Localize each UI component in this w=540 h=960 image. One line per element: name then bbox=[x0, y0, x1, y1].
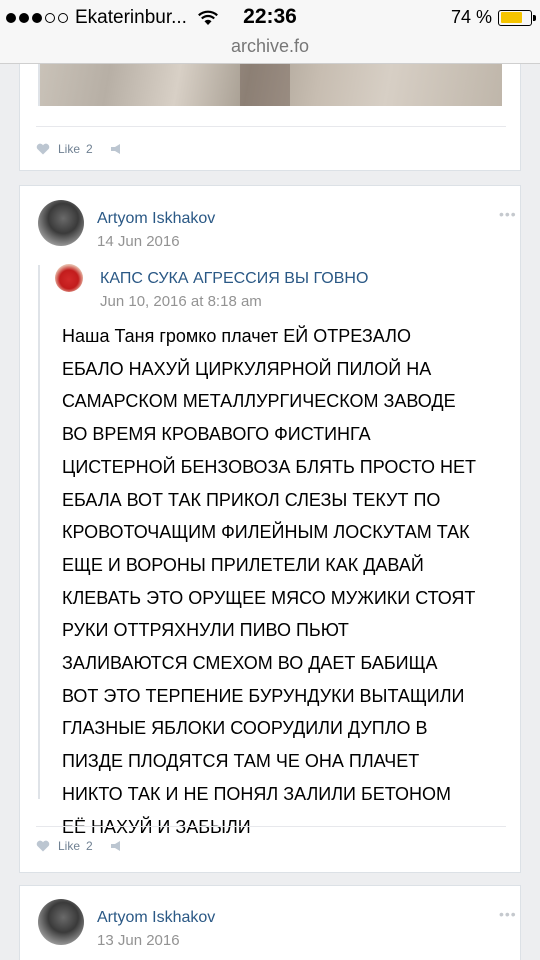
repost-author[interactable]: КАПС СУКА АГРЕССИЯ ВЫ ГОВНО bbox=[100, 270, 368, 288]
battery-group: 74 % bbox=[450, 7, 536, 28]
previous-post-card: Like 2 bbox=[19, 64, 521, 171]
url-bar[interactable]: archive.fo bbox=[0, 34, 540, 64]
post-date[interactable]: 13 Jun 2016 bbox=[97, 932, 180, 949]
more-options-icon[interactable]: ••• bbox=[499, 206, 517, 222]
repost-date[interactable]: Jun 10, 2016 at 8:18 am bbox=[100, 293, 262, 310]
like-count: 2 bbox=[86, 142, 93, 156]
post-actions: Like 2 bbox=[36, 142, 123, 156]
post-author[interactable]: Artyom Iskhakov bbox=[97, 909, 215, 927]
divider bbox=[36, 126, 506, 127]
next-post-card: Artyom Iskhakov 13 Jun 2016 ••• bbox=[19, 885, 521, 960]
share-icon[interactable] bbox=[109, 840, 123, 852]
post-author[interactable]: Artyom Iskhakov bbox=[97, 210, 215, 228]
battery-level bbox=[500, 12, 522, 23]
like-button[interactable]: Like bbox=[58, 839, 80, 853]
like-count: 2 bbox=[86, 839, 93, 853]
status-bar: Ekaterinbur... 22:36 74 % bbox=[0, 0, 540, 34]
more-options-icon[interactable]: ••• bbox=[499, 906, 517, 922]
share-icon[interactable] bbox=[109, 143, 123, 155]
repost-avatar[interactable] bbox=[55, 264, 83, 292]
divider bbox=[36, 826, 506, 827]
post-date[interactable]: 14 Jun 2016 bbox=[97, 233, 180, 250]
avatar[interactable] bbox=[38, 200, 84, 246]
post-text: Наша Таня громко плачет ЕЙ ОТРЕЗАЛО ЕБАЛ… bbox=[62, 326, 476, 837]
battery-percent: 74 % bbox=[450, 7, 492, 27]
heart-icon[interactable] bbox=[36, 840, 50, 852]
like-button[interactable]: Like bbox=[58, 142, 80, 156]
post-photo[interactable] bbox=[40, 64, 502, 106]
post-card: Artyom Iskhakov 14 Jun 2016 ••• КАПС СУК… bbox=[19, 185, 521, 873]
heart-icon[interactable] bbox=[36, 143, 50, 155]
avatar[interactable] bbox=[38, 899, 84, 945]
post-actions: Like 2 bbox=[36, 839, 123, 853]
repost-indent-line bbox=[38, 265, 40, 799]
battery-icon bbox=[498, 9, 536, 26]
